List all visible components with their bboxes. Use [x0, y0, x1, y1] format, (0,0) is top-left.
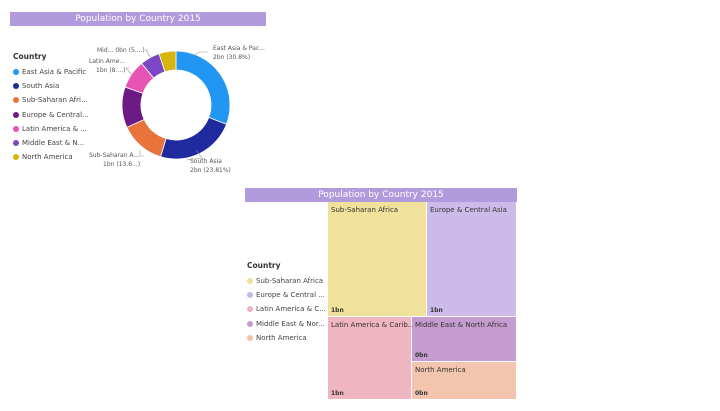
donut-slice[interactable] [141, 53, 166, 79]
callout-south-asia-value: 2bn (23.81%) [190, 167, 231, 174]
treemap-tile-north-america[interactable]: North America 0bn [412, 362, 516, 399]
callout-east-asia-label: East Asia & Pac... [213, 45, 265, 52]
treemap-tile-middle-east[interactable]: Middle East & North Africa 0bn [412, 317, 516, 361]
treemap-legend: Country Sub-Saharan Africa Europe & Cent… [247, 261, 326, 345]
donut-slice[interactable] [121, 86, 145, 128]
leader-line [191, 51, 208, 57]
tile-value: 1bn [331, 390, 344, 397]
tile-value: 0bn [415, 390, 428, 397]
callout-south-asia-label: South Asia [190, 158, 222, 165]
tile-label: North America [415, 366, 466, 374]
tile-value: 1bn [331, 307, 344, 314]
legend-item[interactable]: North America [13, 150, 89, 164]
legend-dot [247, 306, 253, 313]
legend-item[interactable]: Middle East & Nor... [247, 317, 326, 331]
legend-label: Latin America & ... [22, 124, 87, 133]
donut-legend-title: Country [13, 52, 47, 61]
legend-dot [13, 125, 19, 132]
donut-slice[interactable] [124, 62, 155, 94]
legend-dot [13, 97, 19, 104]
treemap-tile-europe[interactable]: Europe & Central Asia 1bn [427, 202, 516, 316]
callout-sub-saharan-value: 1bn (13.6...) [103, 161, 140, 168]
legend-label: Latin America & C... [256, 305, 326, 314]
legend-dot [247, 292, 253, 299]
legend-item[interactable]: North America [247, 331, 326, 345]
legend-item[interactable]: Middle East & N... [13, 136, 89, 150]
legend-label: South Asia [22, 82, 60, 91]
legend-dot [13, 111, 19, 118]
legend-dot [247, 320, 253, 327]
donut-legend: Country East Asia & Pacific South Asia S… [13, 52, 89, 164]
treemap-tile-latin-america[interactable]: Latin America & Carib... 1bn [328, 317, 415, 399]
donut-slice[interactable] [160, 116, 227, 160]
legend-dot [13, 69, 19, 76]
tile-value: 0bn [415, 352, 428, 359]
callout-middle-east-label: Mid... 0bn (5....) [97, 47, 145, 54]
donut-slice[interactable] [126, 118, 167, 158]
legend-item[interactable]: Europe & Central ... [247, 288, 326, 302]
legend-label: East Asia & Pacific [22, 68, 87, 77]
callout-latin-america-label: Latin Ame... [89, 58, 125, 65]
legend-item[interactable]: Sub-Saharan Afri... [13, 93, 89, 107]
donut-slice[interactable] [158, 50, 177, 73]
callout-latin-america-value: 1bn (8....) [96, 67, 125, 74]
legend-item[interactable]: East Asia & Pacific [13, 65, 89, 79]
tile-label: Latin America & Carib... [331, 321, 415, 329]
legend-label: North America [256, 333, 307, 342]
legend-item[interactable]: Sub-Saharan Africa [247, 274, 326, 288]
treemap-title: Population by Country 2015 [245, 188, 517, 202]
tile-label: Sub-Saharan Africa [331, 206, 399, 214]
legend-label: Sub-Saharan Afri... [22, 96, 88, 105]
legend-dot [247, 278, 253, 285]
legend-label: North America [22, 153, 73, 162]
tile-label: Middle East & North Africa [415, 321, 508, 329]
callout-east-asia-value: 2bn (30.8%) [213, 54, 250, 61]
tile-value: 1bn [430, 307, 443, 314]
legend-dot [13, 154, 19, 161]
legend-label: Europe & Central ... [256, 291, 325, 300]
legend-label: Middle East & Nor... [256, 319, 325, 328]
legend-label: Middle East & N... [22, 139, 85, 148]
tile-label: Europe & Central Asia [430, 206, 507, 214]
leader-line [125, 67, 133, 76]
legend-item[interactable]: Latin America & ... [13, 122, 89, 136]
legend-dot [13, 83, 19, 90]
leader-line [185, 149, 203, 161]
legend-label: Europe & Central... [22, 110, 89, 119]
leader-line [139, 150, 144, 157]
donut-chart-title: Population by Country 2015 [10, 12, 266, 26]
treemap-legend-title: Country [247, 261, 281, 270]
leader-line [145, 49, 151, 58]
legend-item[interactable]: Latin America & C... [247, 302, 326, 316]
legend-item[interactable]: South Asia [13, 79, 89, 93]
callout-sub-saharan-label: Sub-Saharan A... [89, 152, 139, 159]
legend-item[interactable]: Europe & Central... [13, 108, 89, 122]
legend-dot [247, 334, 253, 341]
legend-dot [13, 140, 19, 147]
treemap-tile-sub-saharan[interactable]: Sub-Saharan Africa 1bn [328, 202, 426, 316]
legend-label: Sub-Saharan Africa [256, 277, 324, 286]
donut-slice[interactable] [175, 50, 231, 125]
